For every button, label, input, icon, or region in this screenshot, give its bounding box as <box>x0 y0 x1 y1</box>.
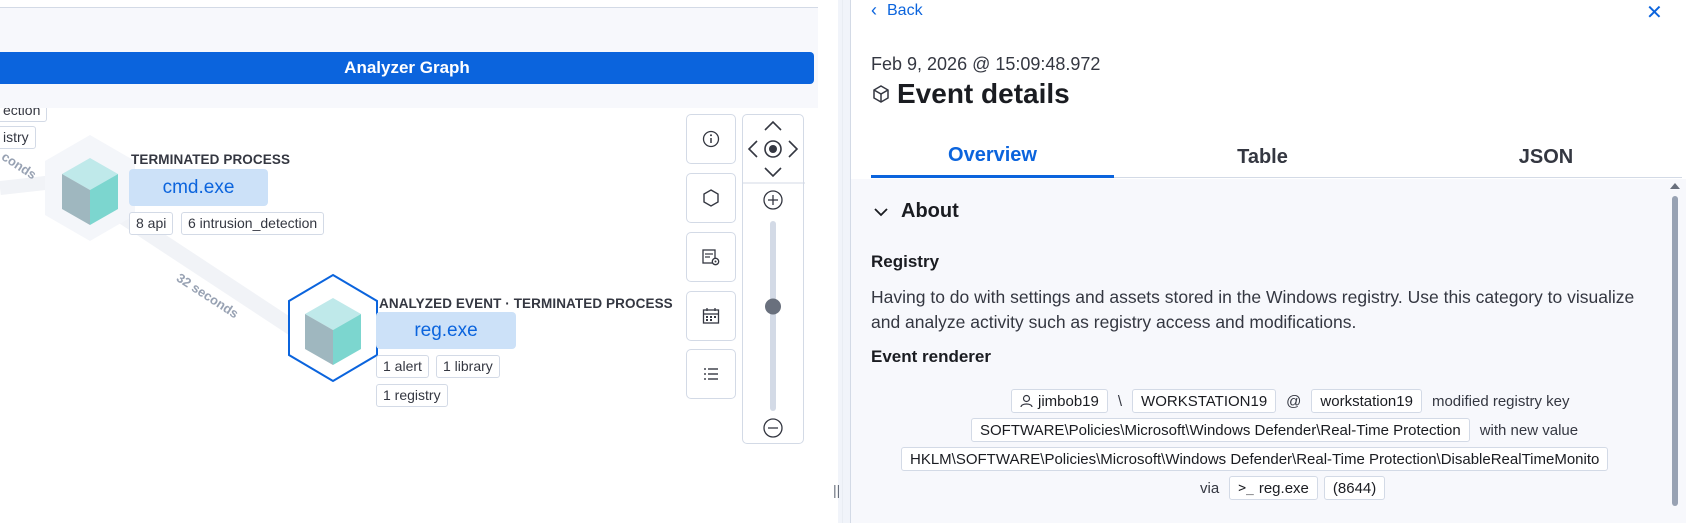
hexagon-icon <box>703 189 719 207</box>
registry-key-tag[interactable]: SOFTWARE\Policies\Microsoft\Windows Defe… <box>971 418 1470 442</box>
renderer-row-4: via >_ reg.exe (8644) <box>1196 476 1386 500</box>
chevron-left-icon: ‹ <box>871 0 877 20</box>
pid-tag[interactable]: (8644) <box>1323 476 1386 500</box>
node-legend-button[interactable] <box>686 173 736 223</box>
new-value-text: with new value <box>1479 421 1579 439</box>
tab-overview[interactable]: Overview <box>871 136 1114 178</box>
gear-table-icon <box>702 249 720 266</box>
about-section-toggle[interactable]: About <box>873 200 959 223</box>
event-timestamp: Feb 9, 2026 @ 15:09:48.972 <box>871 54 1101 74</box>
flyout-title: Event details <box>871 78 1070 110</box>
calendar-button[interactable] <box>686 291 736 341</box>
tab-table[interactable]: Table <box>1141 136 1384 178</box>
analyzed-node-cube-icon[interactable] <box>285 273 381 383</box>
zoom-in-icon[interactable] <box>763 190 783 210</box>
list-icon <box>704 368 718 380</box>
event-details-flyout: ‹ Back ✕ Feb 9, 2026 @ 15:09:48.972 Even… <box>850 0 1686 523</box>
partial-pill-2[interactable]: istry <box>0 126 36 149</box>
top-strip <box>0 0 818 8</box>
analyzer-pane: Analyzer Graph ection istry conds 32 sec… <box>0 0 838 523</box>
node-name-button[interactable]: cmd.exe <box>129 169 268 206</box>
resize-grip-icon[interactable]: || <box>833 482 840 498</box>
pan-zoom-panel <box>742 114 805 445</box>
renderer-row-1: jimbob19 \ WORKSTATION19 @ workstation19… <box>1011 389 1574 413</box>
via-text: via <box>1200 479 1220 497</box>
console-icon: >_ <box>1238 480 1254 496</box>
process-node-cube-icon[interactable] <box>40 133 140 243</box>
host-tag[interactable]: workstation19 <box>1311 389 1422 413</box>
node-type-label: ANALYZED EVENT · TERMINATED PROCESS <box>379 296 673 311</box>
analyzer-graph-header[interactable]: Analyzer Graph <box>0 52 814 84</box>
pane-divider[interactable] <box>838 0 850 523</box>
scroll-up-icon[interactable] <box>1670 183 1680 189</box>
node-pill-library[interactable]: 1 library <box>436 355 500 378</box>
node-pill-registry[interactable]: 1 registry <box>376 384 448 407</box>
chevron-down-icon <box>874 207 888 216</box>
flyout-tabs: Overview Table JSON <box>871 136 1682 178</box>
calendar-icon <box>702 308 720 324</box>
renderer-row-3: HKLM\SOFTWARE\Policies\Microsoft\Windows… <box>901 447 1649 471</box>
cube-icon <box>873 85 889 103</box>
node-pill-alert[interactable]: 1 alert <box>376 355 429 378</box>
close-icon[interactable]: ✕ <box>1646 0 1663 25</box>
process-tag[interactable]: >_ reg.exe <box>1229 476 1318 500</box>
graph-canvas[interactable]: ection istry conds 32 seconds TERMINATED… <box>0 108 818 523</box>
zoom-out-icon[interactable] <box>763 418 783 438</box>
at-separator: @ <box>1286 392 1302 410</box>
scrollbar-thumb[interactable] <box>1672 196 1678 506</box>
list-button[interactable] <box>686 349 736 399</box>
node-type-label: TERMINATED PROCESS <box>131 152 291 167</box>
domain-tag[interactable]: WORKSTATION19 <box>1132 389 1277 413</box>
info-icon <box>702 130 720 148</box>
zoom-slider-thumb[interactable] <box>765 298 781 315</box>
user-tag[interactable]: jimbob19 <box>1011 389 1108 413</box>
action-text: modified registry key <box>1431 392 1570 410</box>
node-pill-intrusion[interactable]: 6 intrusion_detection <box>181 212 325 235</box>
back-label: Back <box>887 1 923 19</box>
registry-value-tag[interactable]: HKLM\SOFTWARE\Policies\Microsoft\Windows… <box>901 447 1609 471</box>
category-description: Having to do with settings and assets st… <box>871 287 1635 332</box>
tab-json[interactable]: JSON <box>1411 136 1681 178</box>
renderer-heading: Event renderer <box>871 347 991 366</box>
renderer-row-2: SOFTWARE\Policies\Microsoft\Windows Defe… <box>971 418 1582 442</box>
user-icon <box>1020 394 1033 408</box>
back-button[interactable]: ‹ Back <box>871 0 923 21</box>
user-name: jimbob19 <box>1038 392 1099 410</box>
node-pill-api[interactable]: 8 api <box>129 212 174 235</box>
zoom-slider-track[interactable] <box>770 221 776 411</box>
pan-icon[interactable] <box>743 115 805 445</box>
info-button[interactable] <box>686 114 736 164</box>
process-name: reg.exe <box>1258 479 1309 497</box>
node-name-button[interactable]: reg.exe <box>376 312 516 349</box>
domain-separator: \ <box>1117 392 1123 410</box>
about-label: About <box>901 200 959 222</box>
settings-button[interactable] <box>686 232 736 282</box>
partial-pill-1[interactable]: ection <box>0 108 48 122</box>
category-heading: Registry <box>871 252 940 271</box>
page-title: Event details <box>897 78 1070 109</box>
